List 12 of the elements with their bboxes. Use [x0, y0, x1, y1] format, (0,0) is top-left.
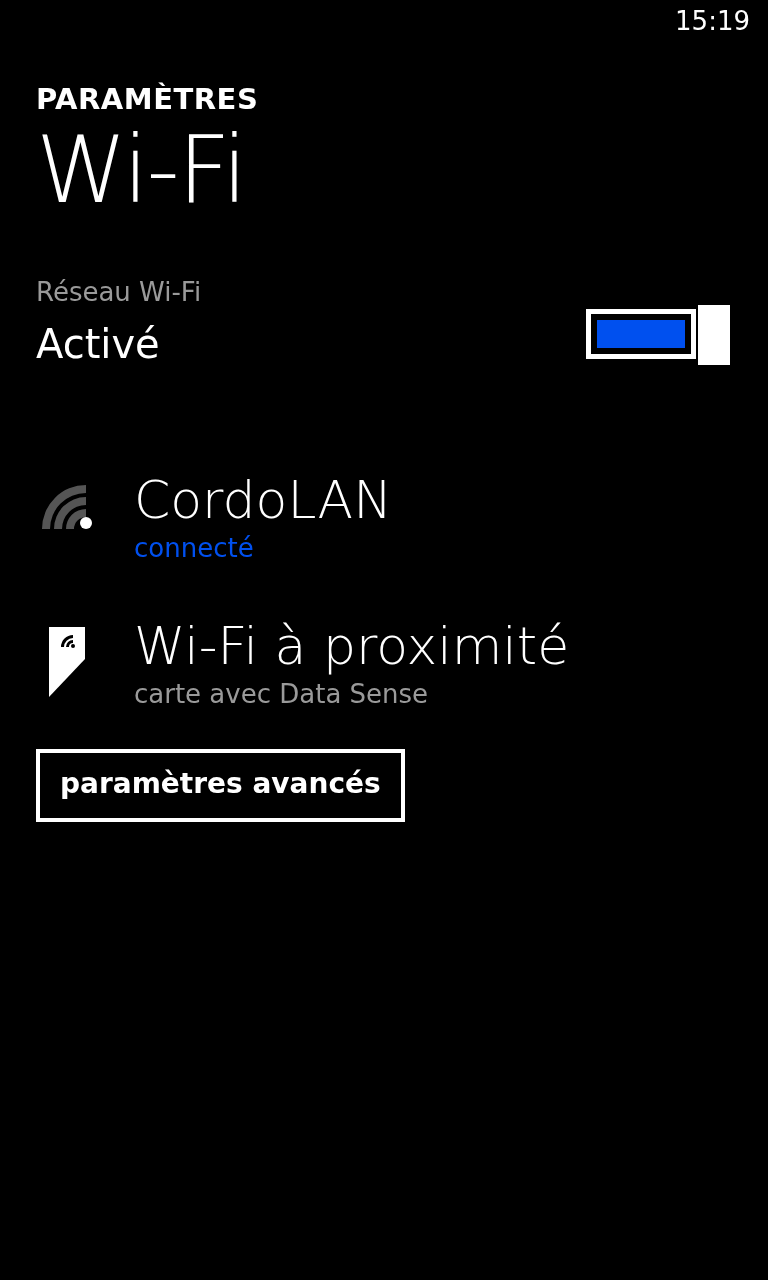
setting-label: Réseau Wi-Fi — [36, 277, 202, 308]
item-subtitle: connecté — [134, 533, 255, 563]
section-title: PARAMÈTRES — [36, 82, 260, 116]
item-title[interactable]: CordoLAN — [134, 471, 393, 531]
wifi-tag-icon — [49, 627, 85, 697]
item-title[interactable]: Wi-Fi à proximité — [134, 617, 570, 677]
page-title: Wi-Fi — [36, 120, 247, 222]
toggle-switch[interactable] — [586, 305, 730, 366]
item-subtitle: carte avec Data Sense — [134, 678, 430, 709]
clock: 15:19 — [675, 6, 750, 38]
setting-state: Activé — [36, 321, 161, 368]
advanced-settings-button[interactable]: paramètres avancés — [36, 748, 405, 822]
